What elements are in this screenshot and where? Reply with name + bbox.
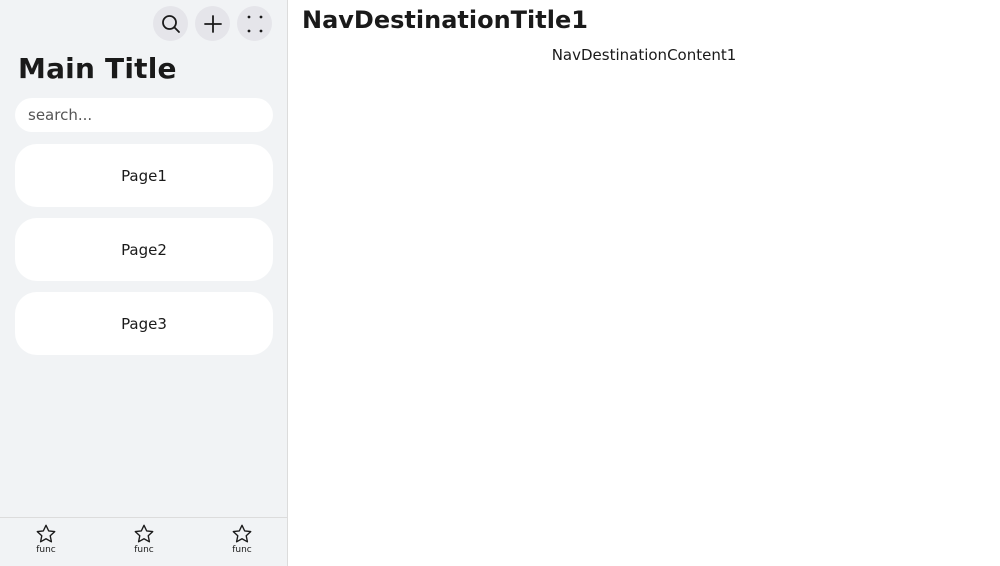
nav-destination: NavDestinationTitle1 NavDestinationConte… [288,0,1000,566]
func-tab-label: func [36,545,56,555]
plus-icon [203,14,222,33]
search-icon [161,14,180,33]
nav-item-label: Page3 [121,314,167,333]
add-button[interactable] [195,6,230,41]
func-tab-2[interactable]: func [114,523,174,555]
star-icon [36,524,56,543]
func-tab-label: func [232,545,252,555]
bottom-toolbar: func func func [0,517,287,566]
more-button[interactable] [237,6,272,41]
nav-item-label: Page2 [121,240,167,259]
nav-item-page3[interactable]: Page3 [15,292,273,355]
func-tab-3[interactable]: func [212,523,272,555]
nav-item-label: Page1 [121,166,167,185]
func-tab-1[interactable]: func [16,523,76,555]
destination-content: NavDestinationContent1 [551,46,737,64]
func-tab-label: func [134,545,154,555]
page-title: Main Title [18,52,177,85]
nav-item-page1[interactable]: Page1 [15,144,273,207]
search-input[interactable] [15,98,273,132]
more-icon [247,15,262,32]
search-button[interactable] [153,6,188,41]
destination-title: NavDestinationTitle1 [302,6,588,34]
nav-item-page2[interactable]: Page2 [15,218,273,281]
sidebar-toolbar [153,6,272,41]
star-icon [232,524,252,543]
star-icon [134,524,154,543]
navigation-sidebar: Main Title Page1 Page2 Page3 func func f… [0,0,288,566]
